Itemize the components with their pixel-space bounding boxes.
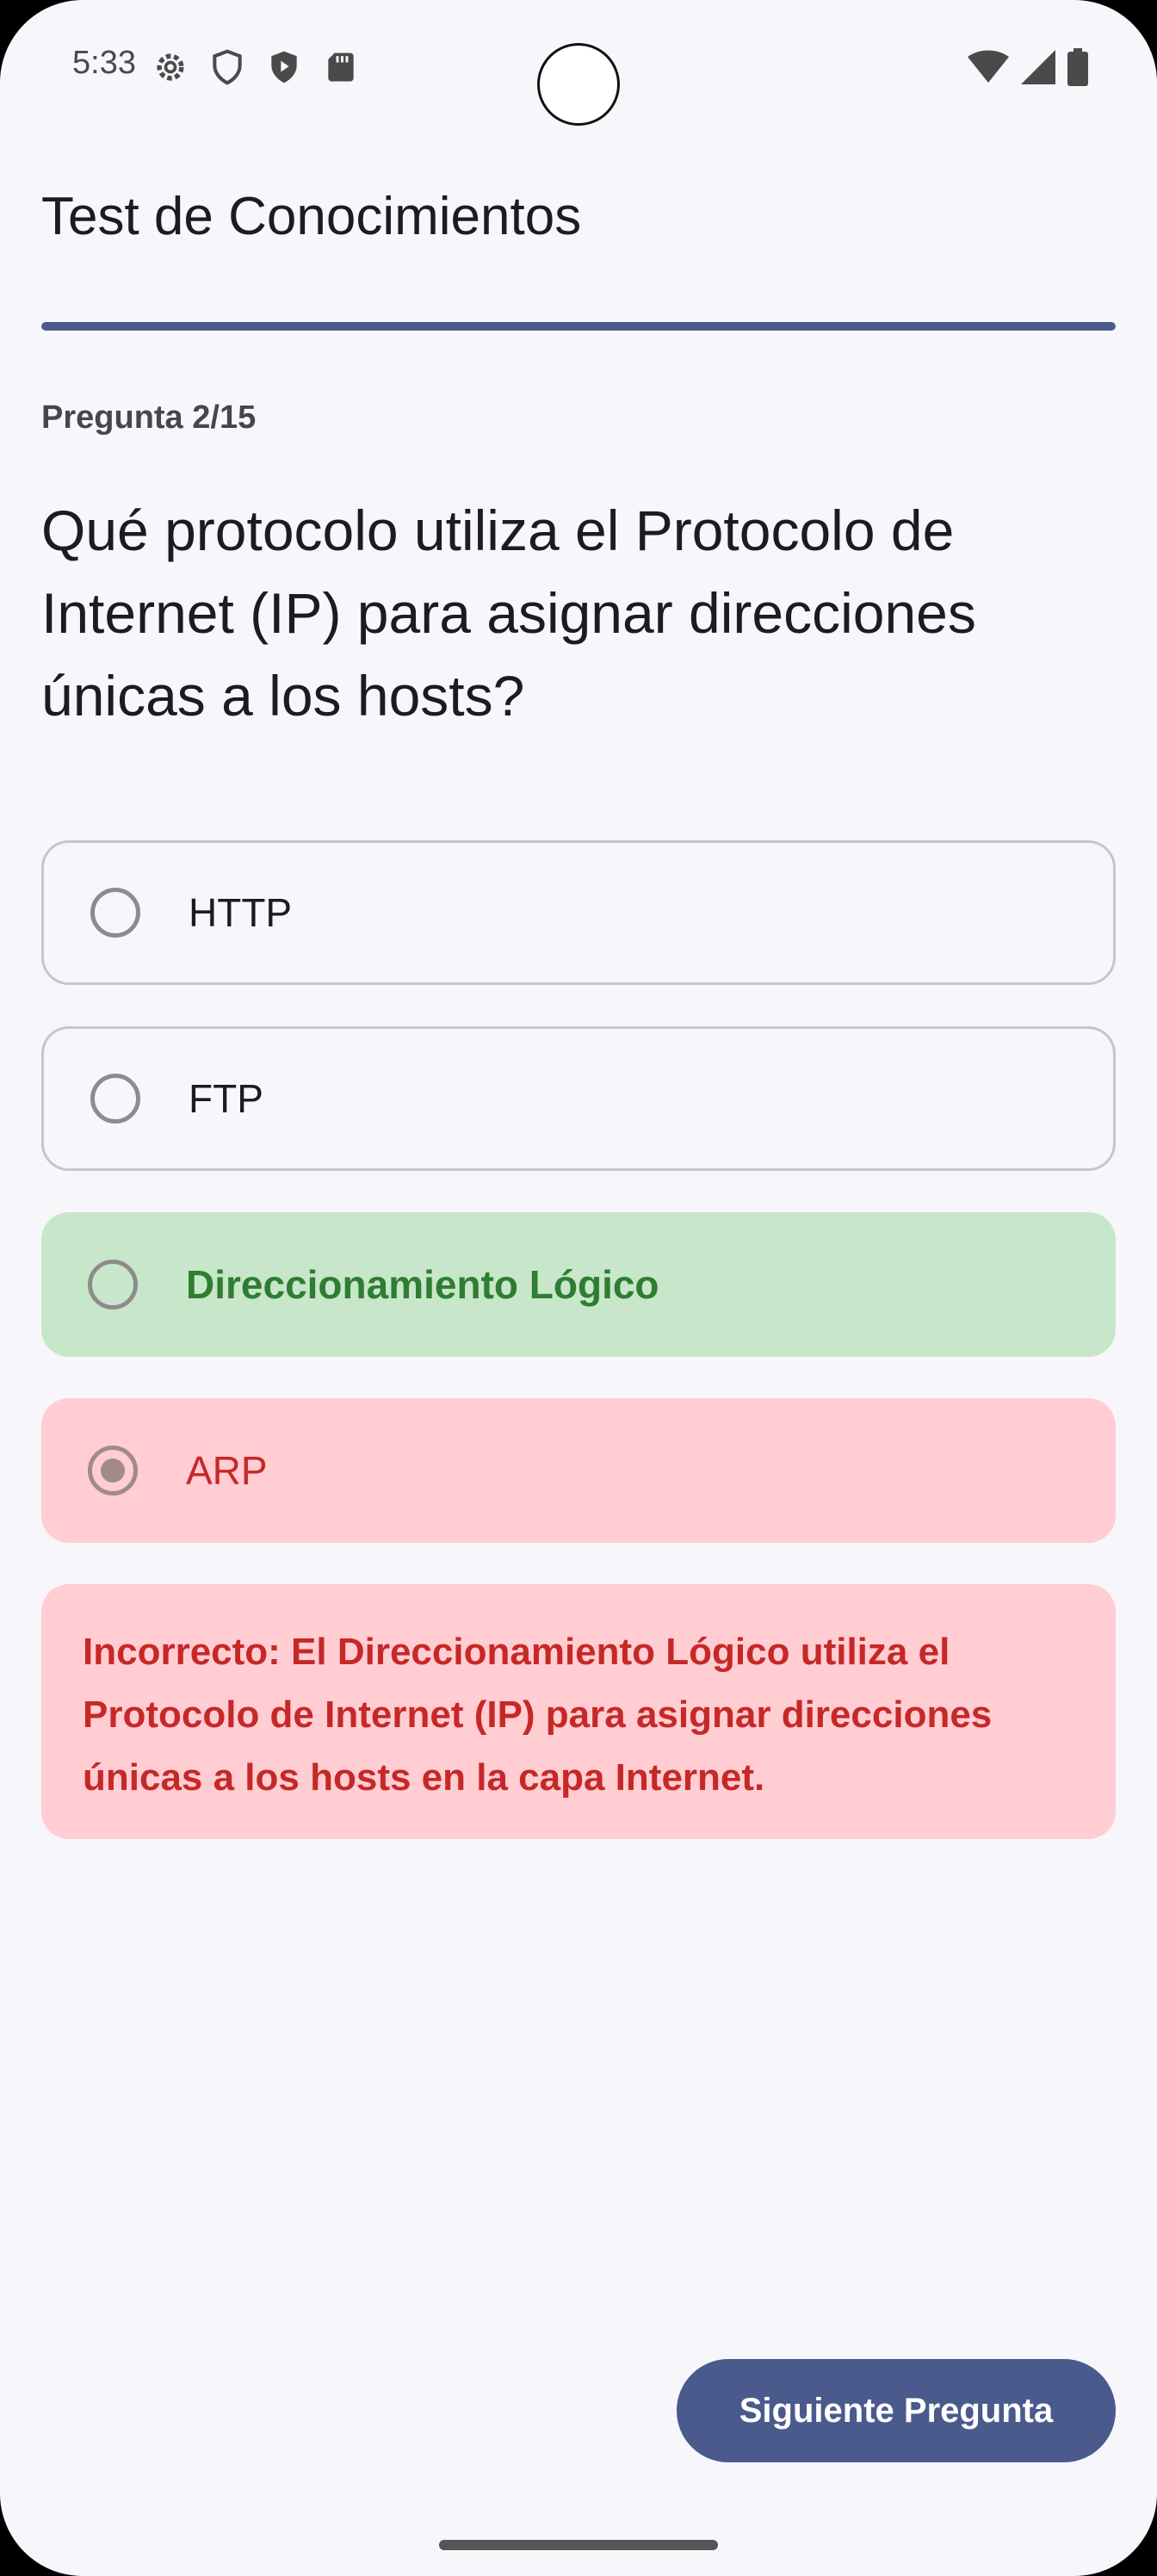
option-label: FTP <box>189 1076 263 1121</box>
option-arp[interactable]: ARP <box>41 1398 1116 1543</box>
play-shield-icon <box>265 48 303 86</box>
option-ftp[interactable]: FTP <box>41 1026 1116 1171</box>
feedback-message: Incorrecto: El Direccionamiento Lógico u… <box>41 1584 1116 1839</box>
radio-button[interactable] <box>90 888 140 938</box>
option-http[interactable]: HTTP <box>41 840 1116 985</box>
camera-cutout <box>537 43 620 126</box>
quiz-progress-fill <box>41 322 1116 331</box>
gear-icon <box>152 48 189 86</box>
screen: 5:33 Test de Conocimientos Pregunta 2/15… <box>0 0 1157 2576</box>
option-direccionamiento-logico[interactable]: Direccionamiento Lógico <box>41 1212 1116 1357</box>
option-label: ARP <box>186 1448 268 1493</box>
shield-icon <box>208 48 246 86</box>
radio-button[interactable] <box>90 1074 140 1124</box>
option-label: Direccionamiento Lógico <box>186 1262 659 1307</box>
wifi-icon <box>968 50 1009 89</box>
status-icons-left <box>152 48 360 86</box>
status-icons-right <box>968 48 1088 90</box>
next-question-button[interactable]: Siguiente Pregunta <box>677 2359 1116 2462</box>
option-label: HTTP <box>189 890 293 935</box>
battery-icon <box>1067 48 1088 90</box>
quiz-progress-bar <box>41 322 1116 331</box>
home-indicator[interactable] <box>439 2540 718 2550</box>
signal-icon <box>1021 50 1055 89</box>
status-time: 5:33 <box>72 45 136 81</box>
sd-card-icon <box>322 48 360 86</box>
page-title: Test de Conocimientos <box>41 187 582 246</box>
question-text: Qué protocolo utiliza el Protocolo de In… <box>41 498 976 728</box>
radio-button-selected[interactable] <box>88 1446 138 1495</box>
status-bar: 5:33 <box>0 0 1157 138</box>
radio-button[interactable] <box>88 1260 138 1310</box>
question-counter: Pregunta 2/15 <box>41 399 257 436</box>
